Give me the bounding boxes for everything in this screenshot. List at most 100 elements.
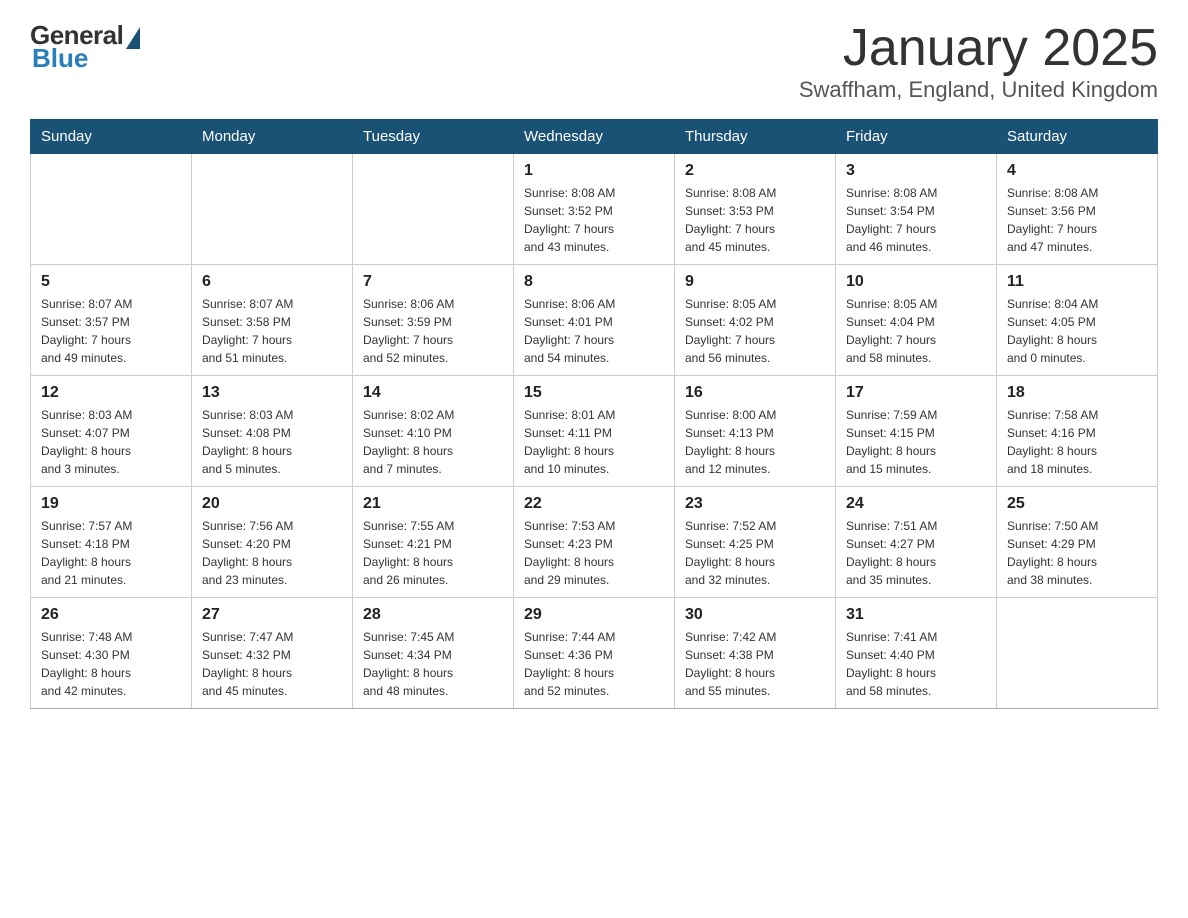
day-info: Sunrise: 8:07 AMSunset: 3:57 PMDaylight:… — [41, 295, 181, 367]
day-info: Sunrise: 7:59 AMSunset: 4:15 PMDaylight:… — [846, 406, 986, 478]
calendar-week-4: 19 Sunrise: 7:57 AMSunset: 4:18 PMDayligh… — [31, 487, 1158, 598]
day-number: 6 — [202, 273, 342, 291]
calendar-cell: 4Sunrise: 8:08 AMSunset: 3:56 PMDaylight… — [997, 154, 1158, 265]
calendar-cell: 30 Sunrise: 7:42 AMSunset: 4:38 PMDayligh… — [675, 598, 836, 709]
calendar-cell: 15 Sunrise: 8:01 AMSunset: 4:11 PMDayligh… — [514, 376, 675, 487]
calendar-cell: 3 Sunrise: 8:08 AMSunset: 3:54 PMDaylight… — [836, 154, 997, 265]
day-info: Sunrise: 7:44 AMSunset: 4:36 PMDaylight:… — [524, 628, 664, 700]
day-number: 26 — [41, 606, 181, 624]
calendar-cell: 28Sunrise: 7:45 AMSunset: 4:34 PMDayligh… — [353, 598, 514, 709]
calendar-week-3: 12 Sunrise: 8:03 AMSunset: 4:07 PMDayligh… — [31, 376, 1158, 487]
calendar-cell — [31, 154, 192, 265]
day-number: 15 — [524, 384, 664, 402]
calendar-cell: 5 Sunrise: 8:07 AMSunset: 3:57 PMDaylight… — [31, 265, 192, 376]
day-info: Sunrise: 8:08 AMSunset: 3:54 PMDaylight:… — [846, 184, 986, 256]
calendar-cell: 25 Sunrise: 7:50 AMSunset: 4:29 PMDayligh… — [997, 487, 1158, 598]
day-number: 24 — [846, 495, 986, 513]
calendar-cell: 20Sunrise: 7:56 AMSunset: 4:20 PMDayligh… — [192, 487, 353, 598]
calendar-cell: 21Sunrise: 7:55 AMSunset: 4:21 PMDayligh… — [353, 487, 514, 598]
calendar-cell: 11 Sunrise: 8:04 AMSunset: 4:05 PMDayligh… — [997, 265, 1158, 376]
weekday-header-saturday: Saturday — [997, 120, 1158, 154]
day-number: 30 — [685, 606, 825, 624]
day-number: 22 — [524, 495, 664, 513]
calendar-cell: 31Sunrise: 7:41 AMSunset: 4:40 PMDayligh… — [836, 598, 997, 709]
day-info: Sunrise: 8:00 AMSunset: 4:13 PMDaylight:… — [685, 406, 825, 478]
day-number: 20 — [202, 495, 342, 513]
day-number: 2 — [685, 162, 825, 180]
day-info: Sunrise: 8:03 AMSunset: 4:08 PMDaylight:… — [202, 406, 342, 478]
weekday-header-friday: Friday — [836, 120, 997, 154]
day-info: Sunrise: 7:57 AMSunset: 4:18 PMDaylight:… — [41, 517, 181, 589]
day-info: Sunrise: 8:08 AMSunset: 3:52 PMDaylight:… — [524, 184, 664, 256]
day-info: Sunrise: 7:51 AMSunset: 4:27 PMDaylight:… — [846, 517, 986, 589]
calendar-cell: 19 Sunrise: 7:57 AMSunset: 4:18 PMDayligh… — [31, 487, 192, 598]
calendar-cell — [192, 154, 353, 265]
calendar-header-row: SundayMondayTuesdayWednesdayThursdayFrid… — [31, 120, 1158, 154]
day-number: 12 — [41, 384, 181, 402]
calendar-cell: 1 Sunrise: 8:08 AMSunset: 3:52 PMDaylight… — [514, 154, 675, 265]
page-header: General Blue January 2025 Swaffham, Engl… — [30, 20, 1158, 103]
calendar-cell: 6 Sunrise: 8:07 AMSunset: 3:58 PMDaylight… — [192, 265, 353, 376]
day-info: Sunrise: 7:48 AMSunset: 4:30 PMDaylight:… — [41, 628, 181, 700]
calendar-week-1: 1 Sunrise: 8:08 AMSunset: 3:52 PMDaylight… — [31, 154, 1158, 265]
calendar-cell: 14 Sunrise: 8:02 AMSunset: 4:10 PMDayligh… — [353, 376, 514, 487]
calendar-cell: 13 Sunrise: 8:03 AMSunset: 4:08 PMDayligh… — [192, 376, 353, 487]
logo: General Blue — [30, 20, 140, 74]
day-info: Sunrise: 7:55 AMSunset: 4:21 PMDaylight:… — [363, 517, 503, 589]
day-number: 27 — [202, 606, 342, 624]
weekday-header-wednesday: Wednesday — [514, 120, 675, 154]
day-number: 28 — [363, 606, 503, 624]
day-number: 19 — [41, 495, 181, 513]
day-info: Sunrise: 8:04 AMSunset: 4:05 PMDaylight:… — [1007, 295, 1147, 367]
calendar-cell: 7Sunrise: 8:06 AMSunset: 3:59 PMDaylight… — [353, 265, 514, 376]
day-info: Sunrise: 8:06 AMSunset: 4:01 PMDaylight:… — [524, 295, 664, 367]
day-number: 13 — [202, 384, 342, 402]
day-info: Sunrise: 8:08 AMSunset: 3:56 PMDaylight:… — [1007, 184, 1147, 256]
calendar-cell: 12 Sunrise: 8:03 AMSunset: 4:07 PMDayligh… — [31, 376, 192, 487]
calendar-cell: 18Sunrise: 7:58 AMSunset: 4:16 PMDayligh… — [997, 376, 1158, 487]
calendar-cell — [353, 154, 514, 265]
day-number: 10 — [846, 273, 986, 291]
day-number: 3 — [846, 162, 986, 180]
day-info: Sunrise: 8:01 AMSunset: 4:11 PMDaylight:… — [524, 406, 664, 478]
weekday-header-monday: Monday — [192, 120, 353, 154]
day-info: Sunrise: 8:03 AMSunset: 4:07 PMDaylight:… — [41, 406, 181, 478]
weekday-header-tuesday: Tuesday — [353, 120, 514, 154]
calendar-cell — [997, 598, 1158, 709]
day-number: 25 — [1007, 495, 1147, 513]
calendar-week-2: 5 Sunrise: 8:07 AMSunset: 3:57 PMDaylight… — [31, 265, 1158, 376]
location-title: Swaffham, England, United Kingdom — [799, 77, 1158, 103]
calendar-cell: 22 Sunrise: 7:53 AMSunset: 4:23 PMDayligh… — [514, 487, 675, 598]
day-number: 29 — [524, 606, 664, 624]
calendar-table: SundayMondayTuesdayWednesdayThursdayFrid… — [30, 119, 1158, 709]
day-number: 14 — [363, 384, 503, 402]
calendar-cell: 8Sunrise: 8:06 AMSunset: 4:01 PMDaylight… — [514, 265, 675, 376]
calendar-cell: 2 Sunrise: 8:08 AMSunset: 3:53 PMDaylight… — [675, 154, 836, 265]
day-info: Sunrise: 7:53 AMSunset: 4:23 PMDaylight:… — [524, 517, 664, 589]
day-number: 11 — [1007, 273, 1147, 291]
day-number: 23 — [685, 495, 825, 513]
day-number: 1 — [524, 162, 664, 180]
day-info: Sunrise: 7:41 AMSunset: 4:40 PMDaylight:… — [846, 628, 986, 700]
day-info: Sunrise: 8:02 AMSunset: 4:10 PMDaylight:… — [363, 406, 503, 478]
calendar-week-5: 26 Sunrise: 7:48 AMSunset: 4:30 PMDayligh… — [31, 598, 1158, 709]
logo-triangle-icon — [126, 27, 140, 49]
calendar-cell: 16 Sunrise: 8:00 AMSunset: 4:13 PMDayligh… — [675, 376, 836, 487]
day-number: 9 — [685, 273, 825, 291]
calendar-cell: 17Sunrise: 7:59 AMSunset: 4:15 PMDayligh… — [836, 376, 997, 487]
day-info: Sunrise: 7:50 AMSunset: 4:29 PMDaylight:… — [1007, 517, 1147, 589]
day-info: Sunrise: 8:07 AMSunset: 3:58 PMDaylight:… — [202, 295, 342, 367]
title-section: January 2025 Swaffham, England, United K… — [799, 20, 1158, 103]
calendar-cell: 26 Sunrise: 7:48 AMSunset: 4:30 PMDayligh… — [31, 598, 192, 709]
calendar-cell: 10Sunrise: 8:05 AMSunset: 4:04 PMDayligh… — [836, 265, 997, 376]
weekday-header-sunday: Sunday — [31, 120, 192, 154]
weekday-header-thursday: Thursday — [675, 120, 836, 154]
day-info: Sunrise: 7:42 AMSunset: 4:38 PMDaylight:… — [685, 628, 825, 700]
logo-blue-text: Blue — [32, 43, 88, 74]
day-number: 16 — [685, 384, 825, 402]
day-number: 7 — [363, 273, 503, 291]
day-info: Sunrise: 7:47 AMSunset: 4:32 PMDaylight:… — [202, 628, 342, 700]
day-number: 5 — [41, 273, 181, 291]
day-info: Sunrise: 8:08 AMSunset: 3:53 PMDaylight:… — [685, 184, 825, 256]
day-info: Sunrise: 7:52 AMSunset: 4:25 PMDaylight:… — [685, 517, 825, 589]
